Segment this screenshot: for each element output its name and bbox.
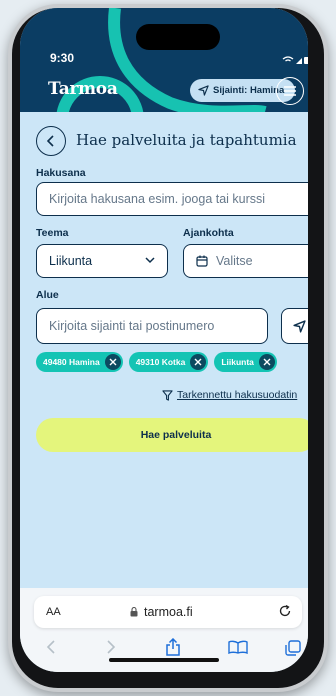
- date-picker[interactable]: Valitse: [183, 244, 308, 278]
- share-icon[interactable]: [165, 638, 181, 656]
- date-placeholder: Valitse: [216, 254, 253, 268]
- address-bar[interactable]: AA tarmoa.fi: [34, 596, 302, 628]
- hamburger-menu-icon: [284, 86, 296, 96]
- chevron-down-icon: [145, 257, 155, 264]
- use-location-button[interactable]: [281, 308, 308, 344]
- dynamic-island: [136, 24, 220, 50]
- date-label: Ajankohta: [183, 227, 234, 239]
- filter-tag: 49310 Kotka: [128, 352, 209, 372]
- advanced-filters-label: Tarkennettu hakusuodatin: [177, 389, 298, 401]
- status-icons: [282, 52, 308, 70]
- text-size-button[interactable]: AA: [46, 606, 61, 618]
- area-input[interactable]: Kirjoita sijainti tai postinumero: [36, 308, 268, 344]
- signal-icon: [296, 58, 302, 64]
- advanced-filters-link[interactable]: Tarkennettu hakusuodatin: [162, 389, 297, 401]
- filter-icon: [162, 389, 173, 401]
- lock-icon: [130, 607, 138, 617]
- app-header: 9:30 Tarmoa Sijainti: Hamina: [20, 8, 308, 112]
- url-text: tarmoa.fi: [144, 605, 193, 619]
- tarmoa-logo[interactable]: Tarmoa: [48, 79, 118, 99]
- theme-label: Teema: [36, 227, 69, 239]
- wifi-icon: [282, 56, 294, 60]
- selected-filters: 49480 Hamina 49310 Kotka Liikunta: [36, 352, 277, 372]
- close-icon: [194, 358, 202, 366]
- forward-nav-icon[interactable]: [106, 640, 116, 654]
- theme-value: Liikunta: [49, 254, 93, 268]
- location-label: Sijainti: Hamina: [213, 85, 285, 96]
- url-display: tarmoa.fi: [130, 605, 193, 619]
- search-submit-button[interactable]: Hae palveluita: [36, 418, 308, 452]
- search-label: Hakusana: [36, 167, 86, 179]
- close-icon: [109, 358, 117, 366]
- filter-tag-label: 49480 Hamina: [43, 357, 100, 367]
- bookmarks-icon[interactable]: [228, 640, 248, 654]
- area-label: Alue: [36, 289, 59, 301]
- reload-icon[interactable]: [278, 604, 292, 618]
- remove-filter-button[interactable]: [104, 354, 121, 370]
- status-time: 9:30: [50, 51, 75, 65]
- search-placeholder: Kirjoita hakusana esim. jooga tai kurssi: [49, 192, 266, 206]
- page-title: Hae palveluita ja tapahtumia: [76, 131, 297, 149]
- filter-tag-label: 49310 Kotka: [135, 357, 186, 367]
- search-input[interactable]: Kirjoita hakusana esim. jooga tai kurssi: [36, 182, 308, 216]
- remove-filter-button[interactable]: [190, 354, 207, 370]
- remove-filter-button[interactable]: [258, 354, 275, 370]
- tabs-icon[interactable]: [285, 640, 301, 656]
- filter-tag-label: Liikunta: [221, 357, 254, 367]
- navigation-arrow-icon: [292, 319, 306, 333]
- theme-select[interactable]: Liikunta: [36, 244, 168, 278]
- back-nav-icon[interactable]: [46, 640, 56, 654]
- navigation-arrow-icon: [198, 85, 209, 96]
- battery-icon: [304, 57, 308, 64]
- home-indicator: [109, 658, 219, 662]
- calendar-icon: [196, 255, 208, 267]
- menu-button[interactable]: [276, 77, 304, 105]
- close-icon: [263, 358, 271, 366]
- area-placeholder: Kirjoita sijainti tai postinumero: [49, 319, 215, 333]
- screen: 9:30 Tarmoa Sijainti: Hamina Hae palvelu…: [20, 8, 308, 672]
- filter-tag: 49480 Hamina: [36, 352, 123, 372]
- filter-tag: Liikunta: [214, 352, 277, 372]
- chevron-left-icon: [47, 135, 54, 147]
- back-button[interactable]: [36, 126, 66, 156]
